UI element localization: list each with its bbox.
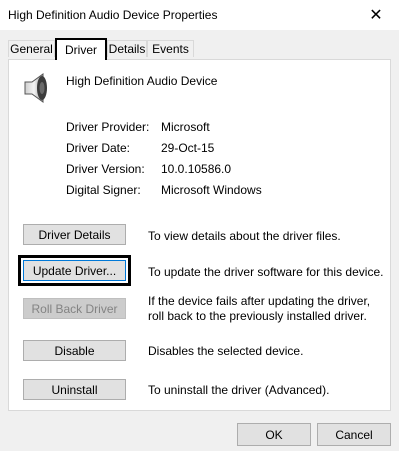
button-label: Disable [54, 343, 95, 358]
tab-label: Details [108, 42, 146, 56]
driver-details-button[interactable]: Driver Details [23, 224, 126, 245]
ok-button[interactable]: OK [237, 423, 311, 446]
digital-signer-row: Digital Signer: Microsoft Windows [66, 183, 262, 197]
button-label: OK [265, 427, 283, 442]
disable-button[interactable]: Disable [23, 340, 126, 361]
close-button[interactable]: ✕ [353, 0, 399, 30]
info-label: Driver Provider: [66, 120, 150, 134]
info-value: 10.0.10586.0 [161, 162, 232, 176]
info-value: Microsoft [161, 120, 210, 134]
disable-description: Disables the selected device. [148, 344, 304, 358]
info-label: Driver Date: [66, 141, 131, 155]
driver-tab-panel: High Definition Audio Device Driver Prov… [8, 59, 391, 411]
info-value: Microsoft Windows [161, 183, 262, 197]
info-value: 29-Oct-15 [161, 141, 215, 155]
uninstall-button[interactable]: Uninstall [23, 379, 126, 400]
button-label: Cancel [335, 427, 373, 442]
button-label: Roll Back Driver [31, 301, 118, 316]
driver-provider-row: Driver Provider: Microsoft [66, 120, 210, 134]
button-label: Update Driver... [32, 263, 117, 278]
tab-driver[interactable]: Driver [55, 38, 107, 60]
info-label: Digital Signer: [66, 183, 141, 197]
button-label: Driver Details [38, 227, 111, 242]
roll-back-driver-button[interactable]: Roll Back Driver [23, 298, 126, 319]
driver-version-row: Driver Version: 10.0.10586.0 [66, 162, 231, 176]
close-icon: ✕ [369, 7, 383, 24]
tab-strip: General Driver Details Events [8, 38, 391, 60]
tab-general[interactable]: General [8, 40, 55, 57]
tab-details[interactable]: Details [107, 40, 147, 57]
tab-events[interactable]: Events [147, 40, 194, 57]
device-name: High Definition Audio Device [66, 74, 218, 88]
cancel-button[interactable]: Cancel [317, 423, 391, 446]
title-bar: High Definition Audio Device Properties … [0, 0, 399, 30]
speaker-icon [24, 73, 47, 103]
tab-label: Events [152, 42, 189, 56]
tab-label: General [10, 42, 53, 56]
update-driver-button[interactable]: Update Driver... [18, 255, 131, 286]
tab-label: Driver [65, 43, 97, 57]
window-title: High Definition Audio Device Properties [8, 8, 218, 22]
driver-date-row: Driver Date: 29-Oct-15 [66, 141, 214, 155]
roll-back-driver-description: If the device fails after updating the d… [148, 294, 371, 323]
update-driver-description: To update the driver software for this d… [148, 265, 384, 279]
driver-details-description: To view details about the driver files. [148, 229, 341, 243]
info-label: Driver Version: [66, 162, 145, 176]
button-label: Uninstall [51, 382, 98, 397]
uninstall-description: To uninstall the driver (Advanced). [148, 383, 330, 397]
